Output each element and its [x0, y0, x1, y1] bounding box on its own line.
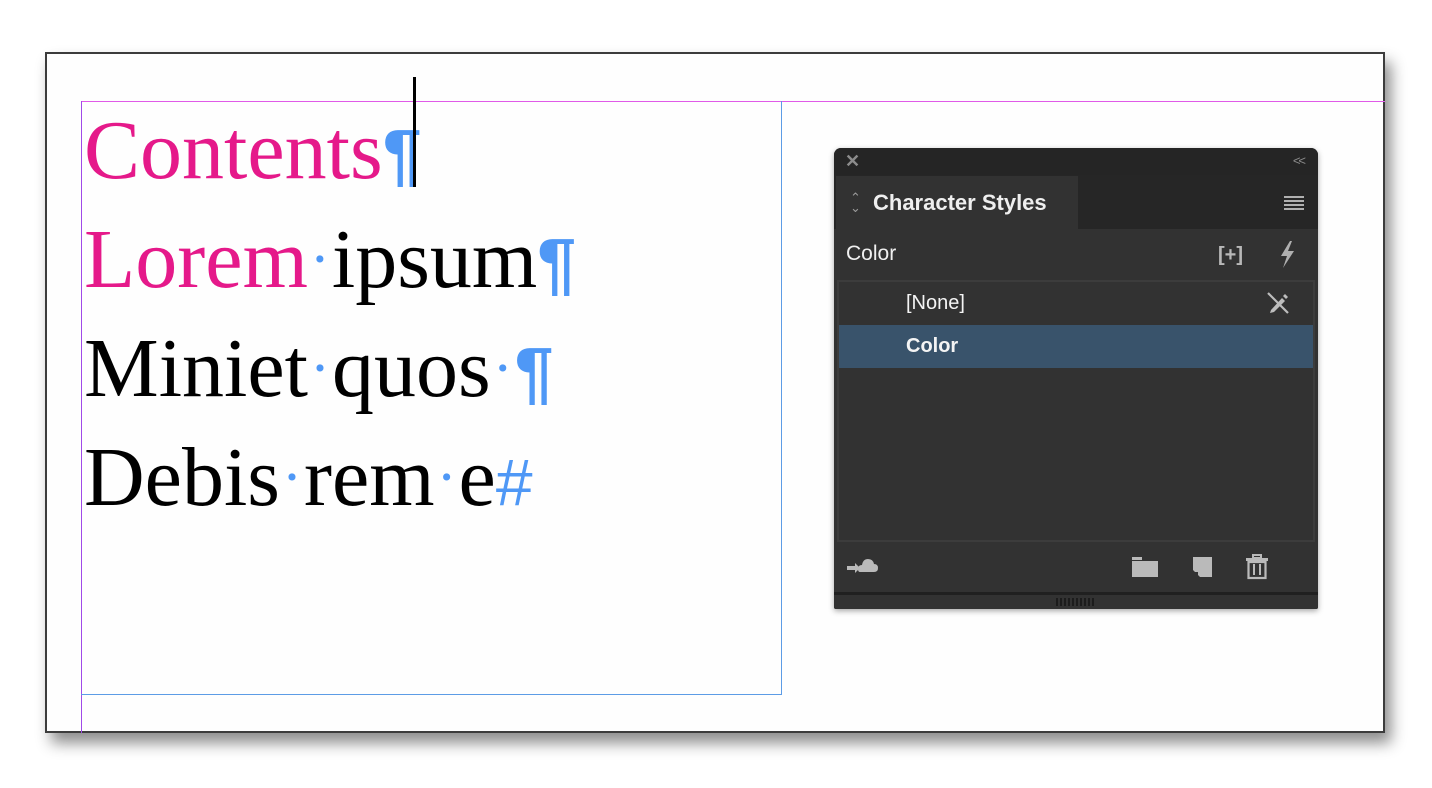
panel-tabbar: ⌃ ⌄ Character Styles [834, 175, 1318, 230]
word[interactable]: e [459, 431, 496, 524]
word[interactable]: Contents [84, 104, 383, 197]
word[interactable]: Miniet [84, 322, 308, 415]
current-style-row: Color [+] [834, 230, 1318, 280]
space-marker: · [310, 335, 330, 401]
panel-titlebar[interactable]: ✕ << [834, 148, 1318, 175]
folder-icon[interactable] [1131, 556, 1159, 578]
character-styles-panel: ✕ << ⌃ ⌄ Character Styles Color [+] [None… [834, 148, 1318, 609]
word[interactable]: quos [332, 322, 491, 415]
cc-library-icon[interactable] [846, 552, 884, 578]
word[interactable]: Lorem [84, 213, 308, 306]
grip-icon[interactable] [1056, 598, 1094, 606]
style-list: [None] Color [837, 280, 1315, 542]
text-line[interactable]: Lorem·ipsum¶ [84, 205, 576, 314]
style-name: [None] [906, 292, 965, 314]
new-style-icon[interactable] [1190, 555, 1214, 579]
quick-apply-icon[interactable] [1276, 239, 1298, 269]
space-marker: · [492, 335, 513, 401]
close-icon[interactable]: ✕ [845, 152, 860, 170]
tab-label: Character Styles [873, 190, 1047, 215]
word[interactable]: Debis [84, 431, 280, 524]
space-marker: · [309, 226, 330, 292]
create-group-icon[interactable]: [+] [1218, 244, 1243, 267]
expand-collapse-arrows-icon[interactable]: ⌃ ⌄ [850, 191, 861, 214]
end-of-story-mark: # [495, 445, 533, 519]
style-name: Color [906, 335, 959, 357]
tab-character-styles[interactable]: ⌃ ⌄ Character Styles [836, 176, 1078, 230]
pilcrow-mark: ¶ [514, 333, 554, 411]
text-cursor [413, 77, 416, 187]
trash-icon[interactable] [1245, 554, 1269, 580]
space-marker: · [281, 444, 302, 510]
panel-resize-handle[interactable] [834, 592, 1318, 609]
no-edit-pencil-icon [1267, 292, 1289, 314]
text-line[interactable]: Miniet·quos·¶ [84, 314, 576, 423]
text-line[interactable]: Debis·rem·e# [84, 423, 576, 532]
pilcrow-mark: ¶ [537, 224, 577, 302]
word[interactable]: rem [304, 431, 435, 524]
panel-footer [834, 542, 1318, 588]
panel-menu-icon[interactable] [1284, 196, 1304, 210]
text-line[interactable]: Contents¶ [84, 96, 576, 205]
list-item[interactable]: [None] [839, 282, 1313, 326]
text-story[interactable]: Contents¶ Lorem·ipsum¶ Miniet·quos·¶ Deb… [84, 96, 576, 532]
collapse-panel-icon[interactable]: << [1293, 153, 1306, 168]
space-marker: · [436, 444, 457, 510]
word[interactable]: ipsum [332, 213, 537, 306]
list-item-selected[interactable]: Color [839, 325, 1313, 368]
current-style-label: Color [846, 242, 897, 265]
